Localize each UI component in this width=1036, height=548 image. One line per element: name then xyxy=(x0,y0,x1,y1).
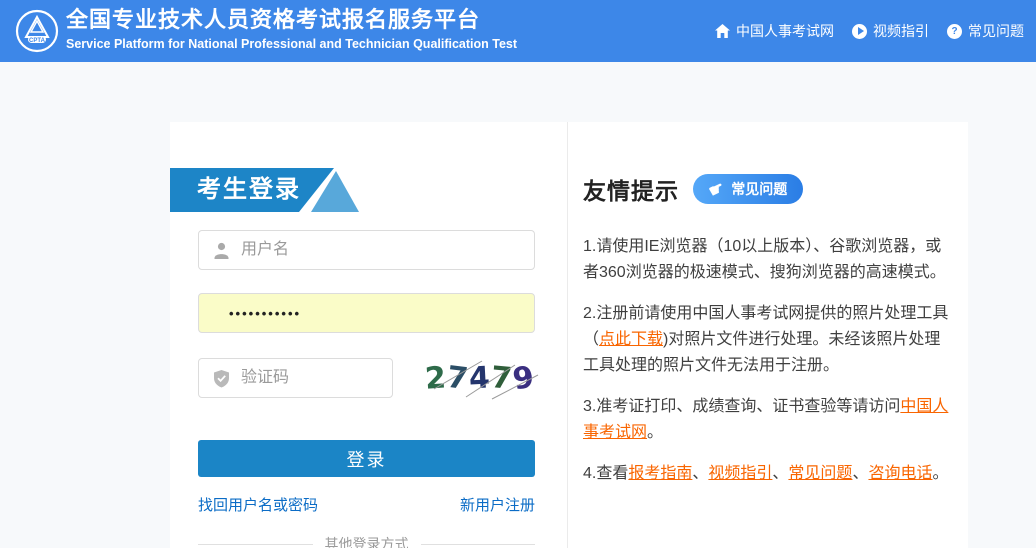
tips-title: 友情提示 xyxy=(583,172,679,206)
user-icon xyxy=(212,241,231,260)
tip-text: 3.准考证打印、成绩查询、证书查验等请访问 xyxy=(583,398,900,415)
nav-faq[interactable]: ? 常见问题 xyxy=(947,21,1024,41)
site-title: 全国专业技术人员资格考试报名服务平台 xyxy=(66,6,517,34)
tip-item: 1.请使用IE浏览器（10以上版本）、谷歌浏览器，或者360浏览器的极速模式、搜… xyxy=(583,234,951,286)
tips-header: 友情提示 ☛ 常见问题 xyxy=(583,172,803,206)
tip-link[interactable]: 点此下载 xyxy=(599,331,663,348)
tips-list: 1.请使用IE浏览器（10以上版本）、谷歌浏览器，或者360浏览器的极速模式、搜… xyxy=(583,234,951,502)
tip-text: 4.查看 xyxy=(583,465,628,482)
pointing-hand-icon: ☛ xyxy=(706,178,727,200)
forgot-password-link[interactable]: 找回用户名或密码 xyxy=(198,494,318,515)
divider-line xyxy=(421,544,536,545)
tip-link[interactable]: 视频指引 xyxy=(708,465,772,482)
question-icon: ? xyxy=(947,24,962,39)
site-title-block: 全国专业技术人员资格考试报名服务平台 Service Platform for … xyxy=(66,6,517,52)
password-input[interactable] xyxy=(199,294,534,332)
other-login-label: 其他登录方式 xyxy=(325,534,409,548)
cpta-logo: CPTA xyxy=(14,8,60,54)
tip-text: 、 xyxy=(692,465,708,482)
tip-text: 1.请使用IE浏览器（10以上版本）、谷歌浏览器，或者360浏览器的极速模式、搜… xyxy=(583,238,946,281)
username-field[interactable] xyxy=(198,230,535,270)
captcha-noise-lines xyxy=(420,355,540,401)
tip-item: 3.准考证打印、成绩查询、证书查验等请访问中国人事考试网。 xyxy=(583,394,951,446)
top-nav: 中国人事考试网 视频指引 ? 常见问题 xyxy=(715,0,1024,62)
password-field[interactable] xyxy=(198,293,535,333)
tip-link[interactable]: 咨询电话 xyxy=(868,465,932,482)
tip-text: 、 xyxy=(852,465,868,482)
tip-link[interactable]: 常见问题 xyxy=(788,465,852,482)
tip-text: 。 xyxy=(932,465,948,482)
tip-item: 2.注册前请使用中国人事考试网提供的照片处理工具（点此下载)对照片文件进行处理。… xyxy=(583,301,951,379)
login-button[interactable]: 登录 xyxy=(198,440,535,477)
register-link[interactable]: 新用户注册 xyxy=(460,494,535,515)
login-links-row: 找回用户名或密码 新用户注册 xyxy=(198,494,535,515)
faq-button-label: 常见问题 xyxy=(731,179,787,199)
faq-button[interactable]: ☛ 常见问题 xyxy=(693,174,803,204)
nav-label: 中国人事考试网 xyxy=(736,21,834,41)
tip-text: 、 xyxy=(772,465,788,482)
captcha-image[interactable]: 27479 xyxy=(420,355,540,401)
shield-icon xyxy=(212,369,231,388)
site-subtitle: Service Platform for National Profession… xyxy=(66,36,517,52)
login-panel-title: 考生登录 xyxy=(197,168,301,212)
header: CPTA 全国专业技术人员资格考试报名服务平台 Service Platform… xyxy=(0,0,1036,62)
column-divider xyxy=(567,122,568,548)
tip-item: 4.查看报考指南、视频指引、常见问题、咨询电话。 xyxy=(583,461,951,487)
nav-label: 常见问题 xyxy=(968,21,1024,41)
tip-link[interactable]: 报考指南 xyxy=(628,465,692,482)
other-login-divider: 其他登录方式 xyxy=(198,534,535,548)
nav-video-guide[interactable]: 视频指引 xyxy=(852,21,929,41)
captcha-field[interactable] xyxy=(198,358,393,398)
nav-label: 视频指引 xyxy=(873,21,929,41)
home-icon xyxy=(715,24,730,38)
username-input[interactable] xyxy=(199,231,534,269)
divider-line xyxy=(198,544,313,545)
main-card: 考生登录 27479 登录 找回用户名或密码 新用户注册 其他登录方式 xyxy=(170,122,968,548)
play-icon xyxy=(852,24,867,39)
nav-cpta-site[interactable]: 中国人事考试网 xyxy=(715,21,834,41)
tip-text: 。 xyxy=(647,424,663,441)
svg-text:CPTA: CPTA xyxy=(29,38,46,44)
